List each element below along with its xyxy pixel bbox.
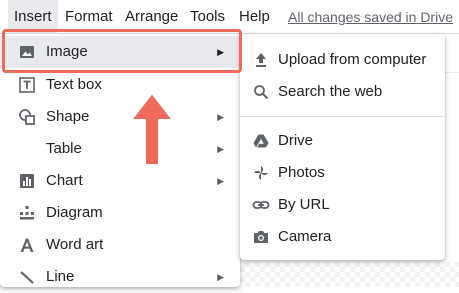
submenu-item-photos[interactable]: Photos [240, 157, 445, 189]
menu-item-text-box[interactable]: Text box [0, 69, 240, 101]
submenu-arrow-icon: ▶ [217, 176, 224, 186]
chart-icon [18, 172, 36, 190]
submenu-item-label: Search the web [278, 83, 383, 100]
submenu-item-search-web[interactable]: Search the web [240, 76, 445, 108]
search-icon [252, 83, 270, 101]
menu-item-label: Text box [46, 76, 102, 93]
annotation-highlight-box [2, 29, 242, 73]
line-icon [18, 268, 36, 286]
submenu-item-drive[interactable]: Drive [240, 125, 445, 157]
menu-item-label: Word art [46, 236, 104, 253]
diagram-icon [18, 204, 36, 222]
menu-item-word-art[interactable]: Word art [0, 229, 240, 261]
photos-icon [252, 164, 270, 182]
submenu-item-label: Drive [278, 132, 314, 149]
menu-item-table[interactable]: Table ▶ [0, 133, 240, 165]
submenu-arrow-icon: ▶ [217, 112, 224, 122]
submenu-item-label: By URL [278, 196, 330, 213]
menu-item-label: Table [46, 140, 82, 157]
word-art-icon [18, 236, 36, 254]
submenu-divider [240, 116, 445, 117]
menu-item-label: Shape [46, 108, 90, 125]
submenu-item-label: Upload from computer [278, 51, 427, 68]
submenu-item-by-url[interactable]: By URL [240, 189, 445, 221]
annotation-arrow-icon [128, 90, 176, 168]
menu-item-shape[interactable]: Shape ▶ [0, 101, 240, 133]
upload-icon [252, 51, 270, 69]
menu-item-diagram[interactable]: Diagram [0, 197, 240, 229]
submenu-item-upload[interactable]: Upload from computer [240, 44, 445, 76]
text-box-icon [18, 76, 36, 94]
shape-icon [18, 108, 36, 126]
canvas-background [240, 262, 459, 287]
menu-item-label: Chart [46, 172, 83, 189]
save-status-link[interactable]: All changes saved in Drive [288, 0, 453, 34]
submenu-arrow-icon: ▶ [217, 272, 224, 282]
submenu-item-label: Photos [278, 164, 325, 181]
submenu-item-camera[interactable]: Camera [240, 221, 445, 253]
menu-item-label: Line [46, 268, 75, 285]
menu-item-label: Diagram [46, 204, 103, 221]
menu-item-line[interactable]: Line ▶ [0, 261, 240, 293]
submenu-arrow-icon: ▶ [217, 144, 224, 154]
image-submenu: Upload from computer Search the web Driv… [240, 34, 445, 260]
drive-icon [252, 132, 270, 150]
link-icon [252, 196, 270, 214]
camera-icon [252, 228, 270, 246]
submenu-item-label: Camera [278, 228, 332, 245]
menu-item-chart[interactable]: Chart ▶ [0, 165, 240, 197]
